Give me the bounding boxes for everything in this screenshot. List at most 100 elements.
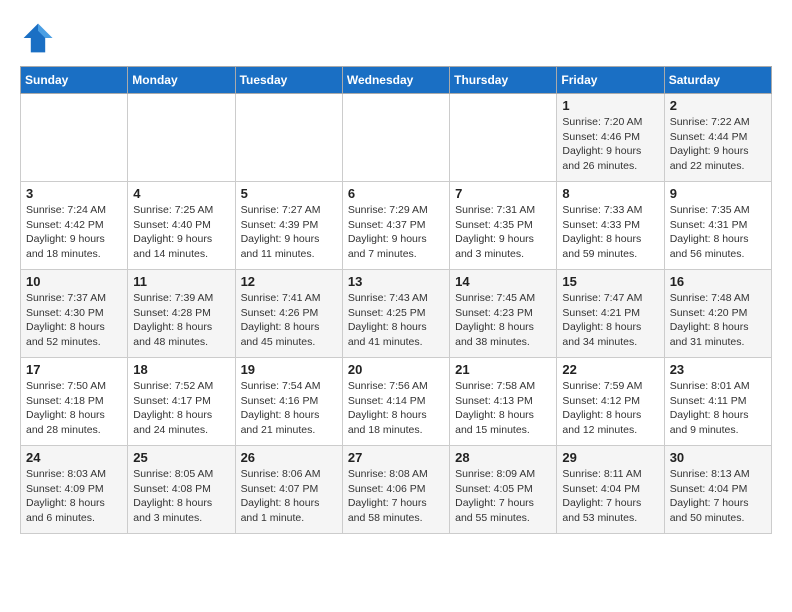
calendar-cell: 28 Sunrise: 8:09 AM Sunset: 4:05 PM Dayli… bbox=[450, 446, 557, 534]
day-number: 2 bbox=[670, 98, 766, 113]
calendar-cell: 16 Sunrise: 7:48 AM Sunset: 4:20 PM Dayli… bbox=[664, 270, 771, 358]
day-number: 12 bbox=[241, 274, 337, 289]
calendar-table: SundayMondayTuesdayWednesdayThursdayFrid… bbox=[20, 66, 772, 534]
weekday-sunday: Sunday bbox=[21, 67, 128, 94]
weekday-header-row: SundayMondayTuesdayWednesdayThursdayFrid… bbox=[21, 67, 772, 94]
calendar-cell: 8 Sunrise: 7:33 AM Sunset: 4:33 PM Daylig… bbox=[557, 182, 664, 270]
calendar-cell: 18 Sunrise: 7:52 AM Sunset: 4:17 PM Dayli… bbox=[128, 358, 235, 446]
calendar-cell: 12Sunrise: 7:41 AM Sunset: 4:26 PM Dayli… bbox=[235, 270, 342, 358]
day-info: Sunrise: 7:52 AM Sunset: 4:17 PM Dayligh… bbox=[133, 379, 229, 438]
calendar-cell bbox=[450, 94, 557, 182]
day-info: Sunrise: 7:29 AM Sunset: 4:37 PM Dayligh… bbox=[348, 203, 444, 262]
day-info: Sunrise: 7:27 AM Sunset: 4:39 PM Dayligh… bbox=[241, 203, 337, 262]
calendar-week-1: 1 Sunrise: 7:20 AM Sunset: 4:46 PM Daylig… bbox=[21, 94, 772, 182]
day-info: Sunrise: 8:01 AM Sunset: 4:11 PM Dayligh… bbox=[670, 379, 766, 438]
day-info: Sunrise: 7:31 AM Sunset: 4:35 PM Dayligh… bbox=[455, 203, 551, 262]
calendar-week-2: 3 Sunrise: 7:24 AM Sunset: 4:42 PM Daylig… bbox=[21, 182, 772, 270]
calendar-cell: 24 Sunrise: 8:03 AM Sunset: 4:09 PM Dayli… bbox=[21, 446, 128, 534]
calendar-week-4: 17 Sunrise: 7:50 AM Sunset: 4:18 PM Dayli… bbox=[21, 358, 772, 446]
day-number: 26 bbox=[241, 450, 337, 465]
day-number: 19 bbox=[241, 362, 337, 377]
calendar-cell: 1 Sunrise: 7:20 AM Sunset: 4:46 PM Daylig… bbox=[557, 94, 664, 182]
calendar-header: SundayMondayTuesdayWednesdayThursdayFrid… bbox=[21, 67, 772, 94]
day-info: Sunrise: 7:50 AM Sunset: 4:18 PM Dayligh… bbox=[26, 379, 122, 438]
day-info: Sunrise: 8:03 AM Sunset: 4:09 PM Dayligh… bbox=[26, 467, 122, 526]
day-info: Sunrise: 8:05 AM Sunset: 4:08 PM Dayligh… bbox=[133, 467, 229, 526]
day-number: 8 bbox=[562, 186, 658, 201]
weekday-tuesday: Tuesday bbox=[235, 67, 342, 94]
day-number: 7 bbox=[455, 186, 551, 201]
calendar-cell: 4 Sunrise: 7:25 AM Sunset: 4:40 PM Daylig… bbox=[128, 182, 235, 270]
day-number: 14 bbox=[455, 274, 551, 289]
day-info: Sunrise: 8:09 AM Sunset: 4:05 PM Dayligh… bbox=[455, 467, 551, 526]
day-info: Sunrise: 7:24 AM Sunset: 4:42 PM Dayligh… bbox=[26, 203, 122, 262]
day-info: Sunrise: 7:47 AM Sunset: 4:21 PM Dayligh… bbox=[562, 291, 658, 350]
calendar-cell: 14 Sunrise: 7:45 AM Sunset: 4:23 PM Dayli… bbox=[450, 270, 557, 358]
day-number: 28 bbox=[455, 450, 551, 465]
logo-icon bbox=[20, 20, 56, 56]
calendar-cell: 30 Sunrise: 8:13 AM Sunset: 4:04 PM Dayli… bbox=[664, 446, 771, 534]
day-number: 3 bbox=[26, 186, 122, 201]
calendar-cell: 2 Sunrise: 7:22 AM Sunset: 4:44 PM Daylig… bbox=[664, 94, 771, 182]
day-info: Sunrise: 8:11 AM Sunset: 4:04 PM Dayligh… bbox=[562, 467, 658, 526]
calendar-cell: 15 Sunrise: 7:47 AM Sunset: 4:21 PM Dayli… bbox=[557, 270, 664, 358]
weekday-monday: Monday bbox=[128, 67, 235, 94]
calendar-cell: 22 Sunrise: 7:59 AM Sunset: 4:12 PM Dayli… bbox=[557, 358, 664, 446]
day-number: 16 bbox=[670, 274, 766, 289]
calendar-cell: 25 Sunrise: 8:05 AM Sunset: 4:08 PM Dayli… bbox=[128, 446, 235, 534]
day-info: Sunrise: 7:20 AM Sunset: 4:46 PM Dayligh… bbox=[562, 115, 658, 174]
day-number: 29 bbox=[562, 450, 658, 465]
calendar-cell: 29 Sunrise: 8:11 AM Sunset: 4:04 PM Dayli… bbox=[557, 446, 664, 534]
calendar-cell: 19 Sunrise: 7:54 AM Sunset: 4:16 PM Dayli… bbox=[235, 358, 342, 446]
day-info: Sunrise: 7:22 AM Sunset: 4:44 PM Dayligh… bbox=[670, 115, 766, 174]
day-number: 21 bbox=[455, 362, 551, 377]
day-info: Sunrise: 7:35 AM Sunset: 4:31 PM Dayligh… bbox=[670, 203, 766, 262]
calendar-cell: 13Sunrise: 7:43 AM Sunset: 4:25 PM Dayli… bbox=[342, 270, 449, 358]
calendar-cell bbox=[128, 94, 235, 182]
weekday-thursday: Thursday bbox=[450, 67, 557, 94]
calendar-cell: 10 Sunrise: 7:37 AM Sunset: 4:30 PM Dayli… bbox=[21, 270, 128, 358]
day-info: Sunrise: 7:25 AM Sunset: 4:40 PM Dayligh… bbox=[133, 203, 229, 262]
day-number: 17 bbox=[26, 362, 122, 377]
day-number: 22 bbox=[562, 362, 658, 377]
day-number: 18 bbox=[133, 362, 229, 377]
day-info: Sunrise: 7:56 AM Sunset: 4:14 PM Dayligh… bbox=[348, 379, 444, 438]
day-number: 11 bbox=[133, 274, 229, 289]
weekday-saturday: Saturday bbox=[664, 67, 771, 94]
day-info: Sunrise: 7:43 AM Sunset: 4:25 PM Dayligh… bbox=[348, 291, 444, 350]
calendar-cell: 17 Sunrise: 7:50 AM Sunset: 4:18 PM Dayli… bbox=[21, 358, 128, 446]
calendar-week-3: 10 Sunrise: 7:37 AM Sunset: 4:30 PM Dayli… bbox=[21, 270, 772, 358]
calendar-cell: 27 Sunrise: 8:08 AM Sunset: 4:06 PM Dayli… bbox=[342, 446, 449, 534]
day-number: 15 bbox=[562, 274, 658, 289]
day-number: 20 bbox=[348, 362, 444, 377]
calendar-cell: 6 Sunrise: 7:29 AM Sunset: 4:37 PM Daylig… bbox=[342, 182, 449, 270]
day-number: 30 bbox=[670, 450, 766, 465]
day-number: 27 bbox=[348, 450, 444, 465]
day-info: Sunrise: 8:06 AM Sunset: 4:07 PM Dayligh… bbox=[241, 467, 337, 526]
day-info: Sunrise: 7:48 AM Sunset: 4:20 PM Dayligh… bbox=[670, 291, 766, 350]
day-info: Sunrise: 7:37 AM Sunset: 4:30 PM Dayligh… bbox=[26, 291, 122, 350]
logo bbox=[20, 20, 62, 56]
calendar-cell: 21Sunrise: 7:58 AM Sunset: 4:13 PM Dayli… bbox=[450, 358, 557, 446]
day-info: Sunrise: 7:45 AM Sunset: 4:23 PM Dayligh… bbox=[455, 291, 551, 350]
day-number: 6 bbox=[348, 186, 444, 201]
day-number: 4 bbox=[133, 186, 229, 201]
day-info: Sunrise: 7:54 AM Sunset: 4:16 PM Dayligh… bbox=[241, 379, 337, 438]
day-number: 5 bbox=[241, 186, 337, 201]
day-number: 1 bbox=[562, 98, 658, 113]
day-info: Sunrise: 7:59 AM Sunset: 4:12 PM Dayligh… bbox=[562, 379, 658, 438]
day-info: Sunrise: 7:33 AM Sunset: 4:33 PM Dayligh… bbox=[562, 203, 658, 262]
weekday-wednesday: Wednesday bbox=[342, 67, 449, 94]
day-number: 24 bbox=[26, 450, 122, 465]
calendar-cell bbox=[235, 94, 342, 182]
day-info: Sunrise: 8:13 AM Sunset: 4:04 PM Dayligh… bbox=[670, 467, 766, 526]
calendar-cell bbox=[21, 94, 128, 182]
calendar-body: 1 Sunrise: 7:20 AM Sunset: 4:46 PM Daylig… bbox=[21, 94, 772, 534]
calendar-cell: 3 Sunrise: 7:24 AM Sunset: 4:42 PM Daylig… bbox=[21, 182, 128, 270]
day-info: Sunrise: 8:08 AM Sunset: 4:06 PM Dayligh… bbox=[348, 467, 444, 526]
day-number: 9 bbox=[670, 186, 766, 201]
day-number: 23 bbox=[670, 362, 766, 377]
day-number: 25 bbox=[133, 450, 229, 465]
day-number: 10 bbox=[26, 274, 122, 289]
calendar-cell bbox=[342, 94, 449, 182]
